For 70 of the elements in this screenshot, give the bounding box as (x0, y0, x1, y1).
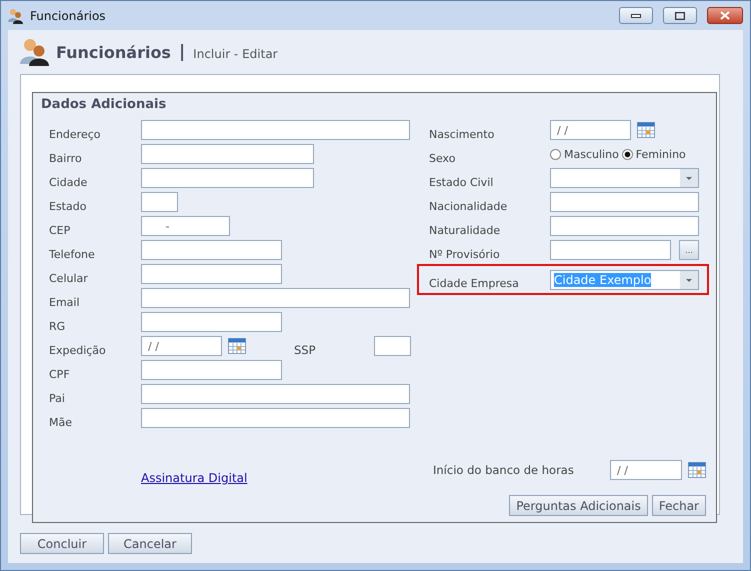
date-field[interactable]: / / (610, 460, 682, 480)
field-label: SSP (294, 342, 317, 357)
footer-button[interactable]: Cancelar (108, 533, 192, 554)
text-field[interactable] (141, 360, 282, 380)
minimize-button[interactable] (619, 7, 653, 24)
text-field[interactable] (141, 192, 178, 212)
field-label: Nacionalidade (429, 198, 508, 212)
text-field[interactable] (550, 240, 671, 260)
radio-label: Feminino (636, 148, 686, 160)
date-field[interactable]: / / (141, 336, 222, 356)
people-icon (20, 38, 50, 66)
field-label: Pai (49, 390, 66, 404)
text-field[interactable] (141, 240, 282, 260)
field-label: Celular (49, 270, 89, 284)
field-label: Cidade Empresa (429, 276, 520, 290)
radio-button[interactable] (550, 148, 561, 160)
field-label: Cidade (49, 174, 88, 188)
maximize-icon (675, 12, 685, 20)
field-label: Estado Civil (429, 174, 494, 188)
field-label: Endereço (49, 126, 102, 140)
calendar-icon[interactable] (688, 462, 706, 478)
field-label: Bairro (49, 150, 83, 164)
field-label: Nº Provisório (429, 246, 501, 260)
text-field[interactable]: - (141, 216, 230, 236)
page-subtitle: Incluir - Editar (193, 46, 278, 60)
field-label: Nascimento (429, 126, 496, 140)
footer-button[interactable]: Concluir (20, 533, 104, 554)
text-field[interactable] (550, 216, 699, 236)
panel-title: Dados Adicionais (41, 97, 168, 114)
maximize-button[interactable] (663, 7, 697, 24)
close-icon (720, 11, 730, 20)
field-label: CEP (49, 222, 72, 236)
text-field[interactable] (141, 264, 282, 284)
date-field[interactable]: / / (550, 120, 631, 140)
radio-label: Masculino (564, 148, 619, 160)
dialog-button[interactable]: Fechar (652, 495, 706, 516)
text-field[interactable] (141, 288, 410, 308)
radio-button[interactable] (622, 148, 633, 160)
field-label: Estado (49, 198, 88, 212)
caret-icon[interactable] (680, 169, 698, 187)
window-title: Funcionários (30, 8, 107, 22)
field-label: Email (49, 294, 81, 308)
field-label: Telefone (49, 246, 96, 260)
text-field[interactable] (141, 144, 314, 164)
text-field[interactable] (141, 168, 314, 188)
text-field[interactable] (550, 192, 699, 212)
calendar-icon[interactable] (228, 338, 246, 354)
field-label: Expedição (49, 342, 107, 356)
calendar-icon[interactable] (637, 122, 655, 138)
minimize-icon (631, 14, 641, 18)
text-field[interactable] (141, 120, 410, 140)
dropdown-field[interactable] (550, 168, 699, 188)
field-label: RG (49, 318, 66, 332)
text-field[interactable] (141, 312, 282, 332)
field-label: Naturalidade (429, 222, 502, 236)
field-label: Mãe (49, 414, 73, 428)
signature-link[interactable]: Assinatura Digital (141, 471, 433, 485)
text-field[interactable] (141, 384, 410, 404)
people-icon (8, 8, 24, 24)
lookup-button[interactable]: ... (679, 240, 699, 260)
field-label: CPF (49, 366, 71, 380)
field-label: Início do banco de horas (433, 463, 575, 477)
text-field[interactable] (141, 408, 410, 428)
caret-icon[interactable] (680, 270, 698, 288)
dialog-button[interactable]: Perguntas Adicionais (509, 495, 648, 516)
close-button[interactable] (707, 7, 743, 24)
page-title: Funcionários (56, 42, 171, 62)
title-separator: | (178, 42, 186, 62)
text-field[interactable] (374, 336, 411, 356)
field-label: Sexo (429, 150, 456, 164)
